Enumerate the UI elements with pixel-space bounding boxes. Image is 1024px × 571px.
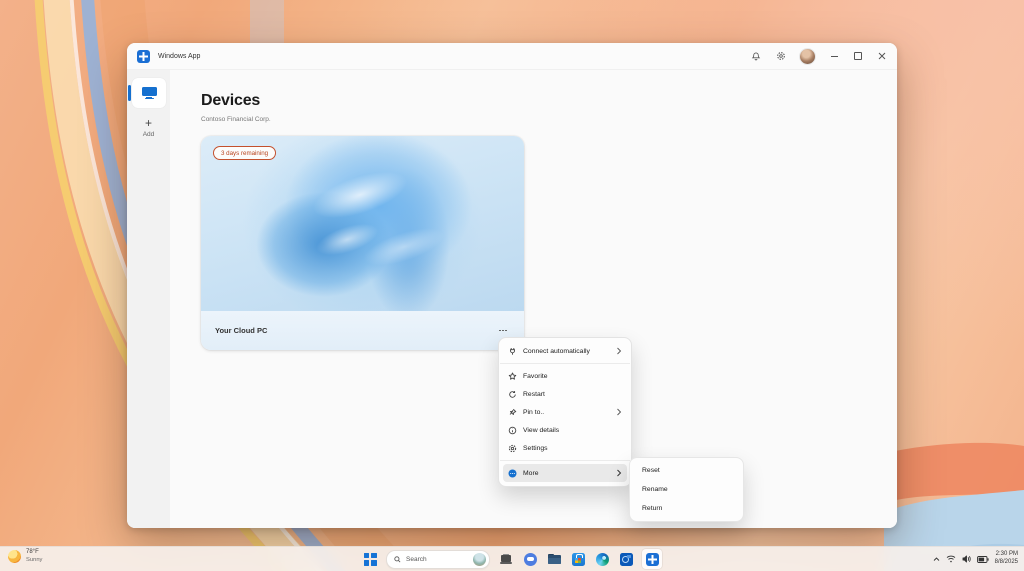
taskbar-app-outlook[interactable] xyxy=(618,551,634,567)
ellipsis-icon[interactable] xyxy=(496,327,510,335)
cloud-pc-thumbnail: 3 days remaining xyxy=(201,136,524,311)
clock-date: 8/8/2025 xyxy=(995,559,1018,567)
windows-app-logo-icon xyxy=(137,50,150,63)
sidebar: + Add xyxy=(127,70,170,528)
clock-time: 2:30 PM xyxy=(996,551,1018,559)
submenu-item-return[interactable]: Return xyxy=(634,499,739,518)
menu-item-label: Pin to.. xyxy=(523,409,544,416)
battery-icon[interactable] xyxy=(977,556,989,563)
days-remaining-badge: 3 days remaining xyxy=(213,146,276,160)
submenu-item-reset[interactable]: Reset xyxy=(634,461,739,480)
monitor-icon xyxy=(142,87,157,99)
microsoft-store-icon xyxy=(572,553,585,566)
start-button[interactable] xyxy=(362,551,378,567)
bing-daily-image xyxy=(473,553,486,566)
plus-icon: + xyxy=(145,118,152,128)
wifi-icon[interactable] xyxy=(946,555,956,563)
system-tray: 2:30 PM 8/8/2025 xyxy=(933,547,1018,571)
notifications-bell-icon[interactable] xyxy=(750,51,761,62)
settings-gear-icon[interactable] xyxy=(775,51,786,62)
sun-icon xyxy=(8,550,21,563)
sidebar-item-add[interactable]: + Add xyxy=(127,118,170,138)
edge-browser-icon xyxy=(596,553,609,566)
page-title: Devices xyxy=(201,92,897,110)
weather-temperature: 78°F xyxy=(26,549,42,557)
search-box[interactable]: Search xyxy=(386,550,490,569)
weather-widget[interactable]: 78°F Sunny xyxy=(8,549,42,564)
submenu-item-label: Rename xyxy=(642,486,668,493)
taskbar-app-edge[interactable] xyxy=(594,551,610,567)
taskbar-app-store[interactable] xyxy=(570,551,586,567)
desktop: Windows App xyxy=(0,0,1024,571)
taskbar-app-teams[interactable] xyxy=(522,551,538,567)
taskbar: 78°F Sunny Search xyxy=(0,546,1024,571)
sidebar-item-devices[interactable] xyxy=(132,78,166,108)
page-subtitle: Contoso Financial Corp. xyxy=(201,116,897,123)
chevron-right-icon xyxy=(616,469,622,477)
add-label: Add xyxy=(143,131,155,138)
menu-item-label: More xyxy=(523,470,539,477)
star-icon xyxy=(508,372,517,381)
cloud-pc-card[interactable]: 3 days remaining Your Cloud PC xyxy=(201,136,524,350)
menu-item-label: Connect automatically xyxy=(523,348,590,355)
chevron-up-icon[interactable] xyxy=(933,557,940,562)
remote-desktop-icon xyxy=(500,554,512,565)
menu-item-label: Restart xyxy=(523,391,545,398)
settings-gear-icon xyxy=(508,444,517,453)
more-circle-icon xyxy=(508,469,517,478)
taskbar-app-windows-app-active[interactable] xyxy=(642,549,662,569)
chevron-right-icon xyxy=(616,408,622,416)
menu-item-label: View details xyxy=(523,427,559,434)
weather-condition: Sunny xyxy=(26,557,42,564)
pin-icon xyxy=(508,408,517,417)
menu-item-favorite[interactable]: Favorite xyxy=(503,367,627,385)
submenu-item-label: Reset xyxy=(642,467,660,474)
submenu-item-label: Return xyxy=(642,505,662,512)
user-avatar[interactable] xyxy=(800,49,815,64)
submenu-item-rename[interactable]: Rename xyxy=(634,480,739,499)
menu-divider xyxy=(500,363,630,364)
taskbar-app-file-explorer[interactable] xyxy=(546,551,562,567)
menu-item-label: Settings xyxy=(523,445,548,452)
search-icon xyxy=(394,556,401,563)
outlook-icon xyxy=(620,553,633,566)
restart-icon xyxy=(508,390,517,399)
window-title: Windows App xyxy=(158,53,200,60)
volume-icon[interactable] xyxy=(962,555,971,563)
maximize-icon[interactable] xyxy=(853,51,863,61)
menu-item-pin-to[interactable]: Pin to.. xyxy=(503,403,627,421)
titlebar: Windows App xyxy=(127,43,897,70)
more-submenu: Reset Rename Return xyxy=(629,457,744,522)
menu-item-label: Favorite xyxy=(523,373,548,380)
windows-app-logo-icon xyxy=(646,553,659,566)
menu-item-settings[interactable]: Settings xyxy=(503,439,627,457)
search-placeholder: Search xyxy=(406,556,427,563)
taskbar-clock[interactable]: 2:30 PM 8/8/2025 xyxy=(995,551,1018,567)
minimize-icon[interactable] xyxy=(829,51,839,61)
menu-item-restart[interactable]: Restart xyxy=(503,385,627,403)
teams-chat-icon xyxy=(524,553,537,566)
selection-indicator xyxy=(128,85,131,101)
menu-item-more[interactable]: More xyxy=(503,464,627,482)
windows-logo-icon xyxy=(364,553,377,566)
menu-item-view-details[interactable]: View details xyxy=(503,421,627,439)
chevron-right-icon xyxy=(616,347,622,355)
close-icon[interactable] xyxy=(877,51,887,61)
info-icon xyxy=(508,426,517,435)
folder-icon xyxy=(548,554,561,565)
cloud-pc-context-menu: Connect automatically Favorite Restart P… xyxy=(498,337,632,487)
taskbar-app-remote-desktop[interactable] xyxy=(498,551,514,567)
menu-item-connect-automatically[interactable]: Connect automatically xyxy=(503,342,627,360)
plug-icon xyxy=(508,347,517,356)
menu-divider xyxy=(500,460,630,461)
